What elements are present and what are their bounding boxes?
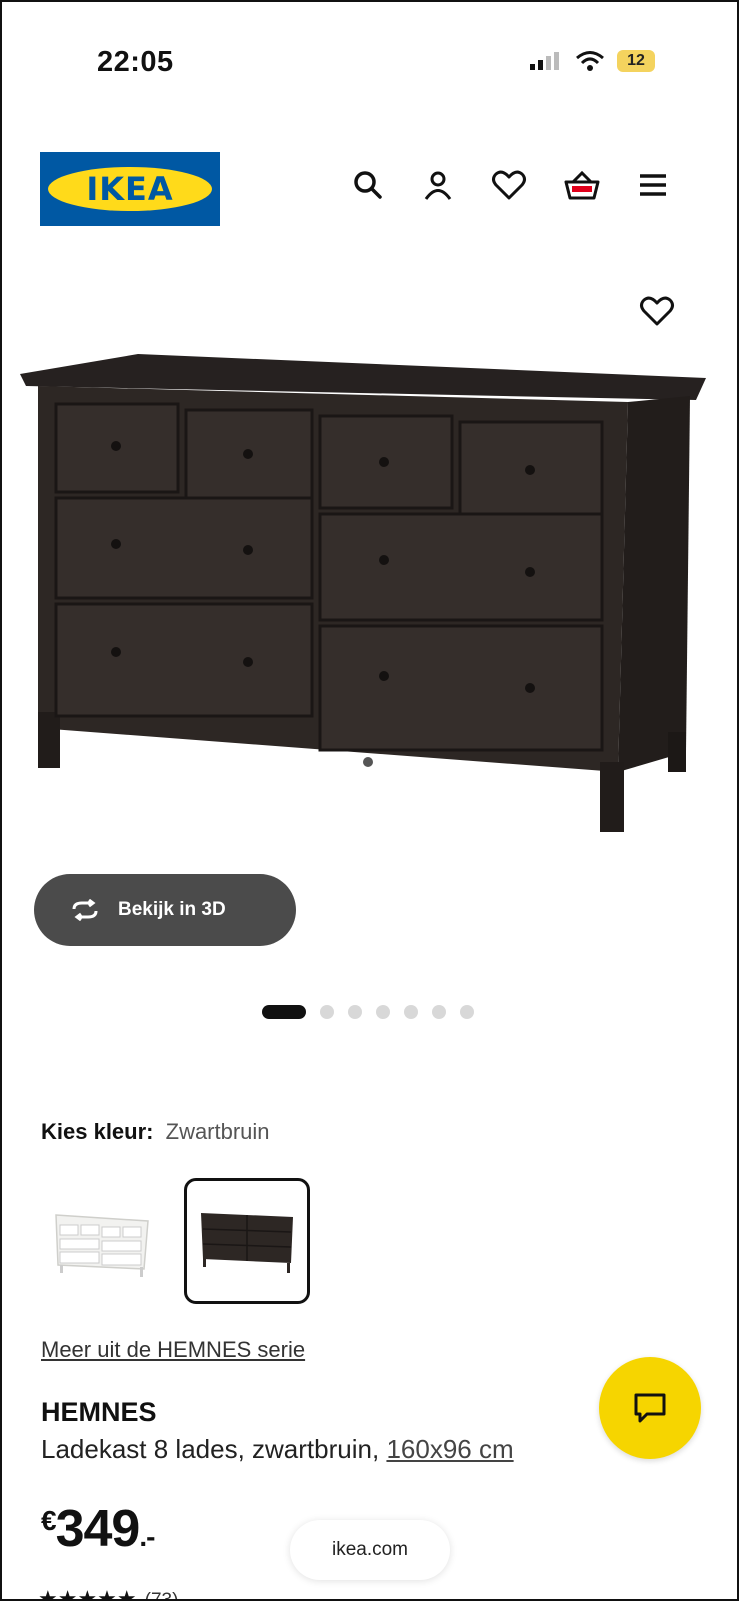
site-header: IKEA xyxy=(40,152,669,226)
header-nav xyxy=(351,168,669,202)
color-swatch-zwartbruin[interactable] xyxy=(184,1178,310,1304)
browser-domain-pill[interactable]: ikea.com xyxy=(290,1520,450,1580)
rotate-3d-icon xyxy=(72,899,98,921)
app-frame: 22:05 12 IKEA Bekijk in 3D Kies kleur: Z… xyxy=(0,0,739,1601)
color-label: Kies kleur: xyxy=(41,1119,154,1144)
status-bar: 22:05 12 xyxy=(2,42,737,82)
menu-icon[interactable] xyxy=(637,170,669,200)
color-value: Zwartbruin xyxy=(165,1119,270,1144)
gallery-dot[interactable] xyxy=(348,1005,362,1019)
favourite-heart-icon[interactable] xyxy=(639,294,675,328)
ikea-logo[interactable]: IKEA xyxy=(40,152,220,226)
chat-icon xyxy=(634,1393,666,1423)
product-rating[interactable]: ★★★★★ (73) xyxy=(38,1586,179,1601)
status-time: 22:05 xyxy=(97,46,174,78)
battery-indicator: 12 xyxy=(617,50,655,72)
price-value: 349 xyxy=(55,1500,141,1558)
rating-count: (73) xyxy=(144,1590,179,1601)
logo-text: IKEA xyxy=(86,170,174,208)
chat-button[interactable] xyxy=(599,1357,701,1459)
view-3d-label: Bekijk in 3D xyxy=(118,899,226,920)
series-link[interactable]: Meer uit de HEMNES serie xyxy=(41,1337,305,1363)
rating-stars: ★★★★★ xyxy=(38,1586,137,1601)
user-icon[interactable] xyxy=(421,168,455,202)
gallery-dot[interactable] xyxy=(404,1005,418,1019)
swatch-dresser-image xyxy=(201,1213,293,1273)
product-name: HEMNES xyxy=(41,1397,157,1427)
wifi-icon xyxy=(576,51,604,71)
search-icon[interactable] xyxy=(351,168,385,202)
heart-icon[interactable] xyxy=(491,168,527,202)
product-size-link[interactable]: 160x96 cm xyxy=(386,1434,513,1464)
view-3d-button[interactable]: Bekijk in 3D xyxy=(34,874,296,946)
product-description: Ladekast 8 lades, zwartbruin, 160x96 cm xyxy=(41,1434,514,1465)
basket-icon[interactable] xyxy=(563,168,601,202)
price-suffix: .- xyxy=(139,1521,155,1552)
status-icons: 12 xyxy=(529,50,655,72)
product-image[interactable] xyxy=(18,352,726,852)
signal-icon xyxy=(530,52,559,70)
product-description-text: Ladekast 8 lades, zwartbruin, xyxy=(41,1434,380,1464)
gallery-dot[interactable] xyxy=(376,1005,390,1019)
logo-oval: IKEA xyxy=(48,167,212,211)
gallery-dot[interactable] xyxy=(320,1005,334,1019)
color-selector-label: Kies kleur: Zwartbruin xyxy=(41,1119,270,1145)
gallery-pagination xyxy=(262,1005,474,1019)
product-price: €349.- xyxy=(41,1499,155,1559)
gallery-dot[interactable] xyxy=(460,1005,474,1019)
gallery-dot[interactable] xyxy=(432,1005,446,1019)
price-currency: € xyxy=(41,1505,57,1536)
color-swatch-white[interactable] xyxy=(48,1187,158,1297)
gallery-dot-active[interactable] xyxy=(262,1005,306,1019)
